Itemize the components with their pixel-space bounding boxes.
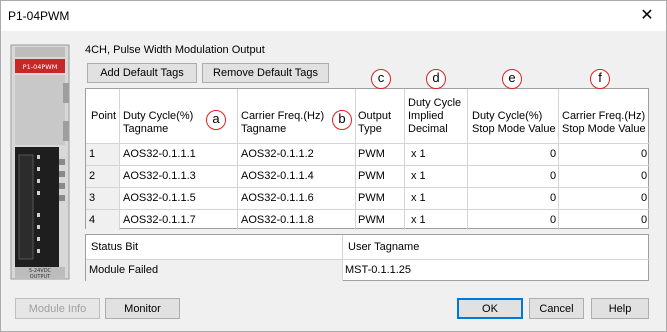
col-header-implied-decimal-2: Implied [408,110,444,122]
col-header-carrier-tag: Carrier Freq.(Hz) [241,110,325,122]
cancel-button[interactable]: Cancel [529,298,584,319]
col-header-carrier-stop-sub: Stop Mode Value [562,123,646,135]
row-3-point: 3 [89,192,96,204]
row-4-output-type[interactable]: PWM [358,214,385,227]
row-1-output-type[interactable]: PWM [358,148,385,161]
col-header-output-type: Output [358,110,392,122]
annotation-marker-e: e [502,69,522,89]
module-output-label: OUTPUT [30,274,51,280]
col-header-implied-decimal: Duty Cycle [408,97,462,109]
row-2-implied-decimal[interactable]: x 1 [411,170,426,183]
row-3-carrier-stop[interactable]: 0 [641,192,647,205]
status-row-tagname[interactable]: MST-0.1.1.25 [345,264,411,277]
row-1-implied-decimal[interactable]: x 1 [411,148,426,161]
remove-default-tags-button[interactable]: Remove Default Tags [202,63,329,83]
col-header-duty-tag: Duty Cycle(%) [123,110,194,122]
col-header-implied-decimal-3: Decimal [408,123,448,135]
row-4-duty-tag[interactable]: AOS32-0.1.1.7 [123,214,196,227]
row-3-duty-stop[interactable]: 0 [550,192,556,205]
help-button[interactable]: Help [591,298,649,319]
row-1-carrier-tag[interactable]: AOS32-0.1.1.2 [241,148,314,161]
row-2-duty-stop[interactable]: 0 [550,170,556,183]
row-3-output-type[interactable]: PWM [358,192,385,205]
title-bar: P1-04PWM ✕ [1,1,666,31]
col-header-user-tagname: User Tagname [348,241,420,253]
row-4-duty-stop[interactable]: 0 [550,214,556,227]
row-4-implied-decimal[interactable]: x 1 [411,214,426,227]
monitor-button[interactable]: Monitor [105,298,180,319]
dialog-window: P1-04PWM ✕ P1-04PWM 5-24VDC OUTPUT 4CH, … [0,0,667,332]
annotation-marker-a: a [206,110,226,130]
module-description: 4CH, Pulse Width Modulation Output [85,44,265,56]
row-2-output-type[interactable]: PWM [358,170,385,183]
row-4-carrier-stop[interactable]: 0 [641,214,647,227]
col-header-duty-tag-sub: Tagname [123,123,169,135]
col-header-output-type-sub: Type [358,123,382,135]
row-2-carrier-tag[interactable]: AOS32-0.1.1.4 [241,170,314,183]
row-2-carrier-stop[interactable]: 0 [641,170,647,183]
col-header-duty-stop: Duty Cycle(%) [472,110,543,122]
annotation-marker-f: f [590,69,610,89]
col-header-carrier-tag-sub: Tagname [241,123,287,135]
col-header-carrier-stop: Carrier Freq.(Hz) [562,110,646,122]
annotation-marker-d: d [426,69,446,89]
row-3-duty-tag[interactable]: AOS32-0.1.1.5 [123,192,196,205]
col-header-point: Point [91,110,117,122]
row-1-duty-tag[interactable]: AOS32-0.1.1.1 [123,148,196,161]
module-info-button[interactable]: Module Info [15,298,100,319]
status-row-label: Module Failed [89,264,159,276]
annotation-marker-c: c [371,69,391,89]
add-default-tags-button[interactable]: Add Default Tags [87,63,197,83]
status-bit-grid: Status Bit User Tagname Module Failed MS… [85,234,650,281]
row-4-point: 4 [89,214,96,226]
row-1-point: 1 [89,148,96,160]
window-title: P1-04PWM [8,9,70,23]
annotation-marker-b: b [332,110,352,130]
row-1-duty-stop[interactable]: 0 [550,148,556,161]
col-header-status-bit: Status Bit [91,241,139,253]
row-4-carrier-tag[interactable]: AOS32-0.1.1.8 [241,214,314,227]
row-3-carrier-tag[interactable]: AOS32-0.1.1.6 [241,192,314,205]
module-illustration: P1-04PWM 5-24VDC OUTPUT [10,44,70,280]
row-2-point: 2 [89,170,96,182]
module-brand-label: P1-04PWM [23,63,58,71]
row-2-duty-tag[interactable]: AOS32-0.1.1.3 [123,170,196,183]
close-icon[interactable]: ✕ [636,6,658,26]
channel-config-grid: Point Duty Cycle(%) Tagname Carrier Freq… [85,69,650,230]
col-header-duty-stop-sub: Stop Mode Value [472,123,556,135]
row-1-carrier-stop[interactable]: 0 [641,148,647,161]
ok-button[interactable]: OK [457,298,523,319]
row-3-implied-decimal[interactable]: x 1 [411,192,426,205]
